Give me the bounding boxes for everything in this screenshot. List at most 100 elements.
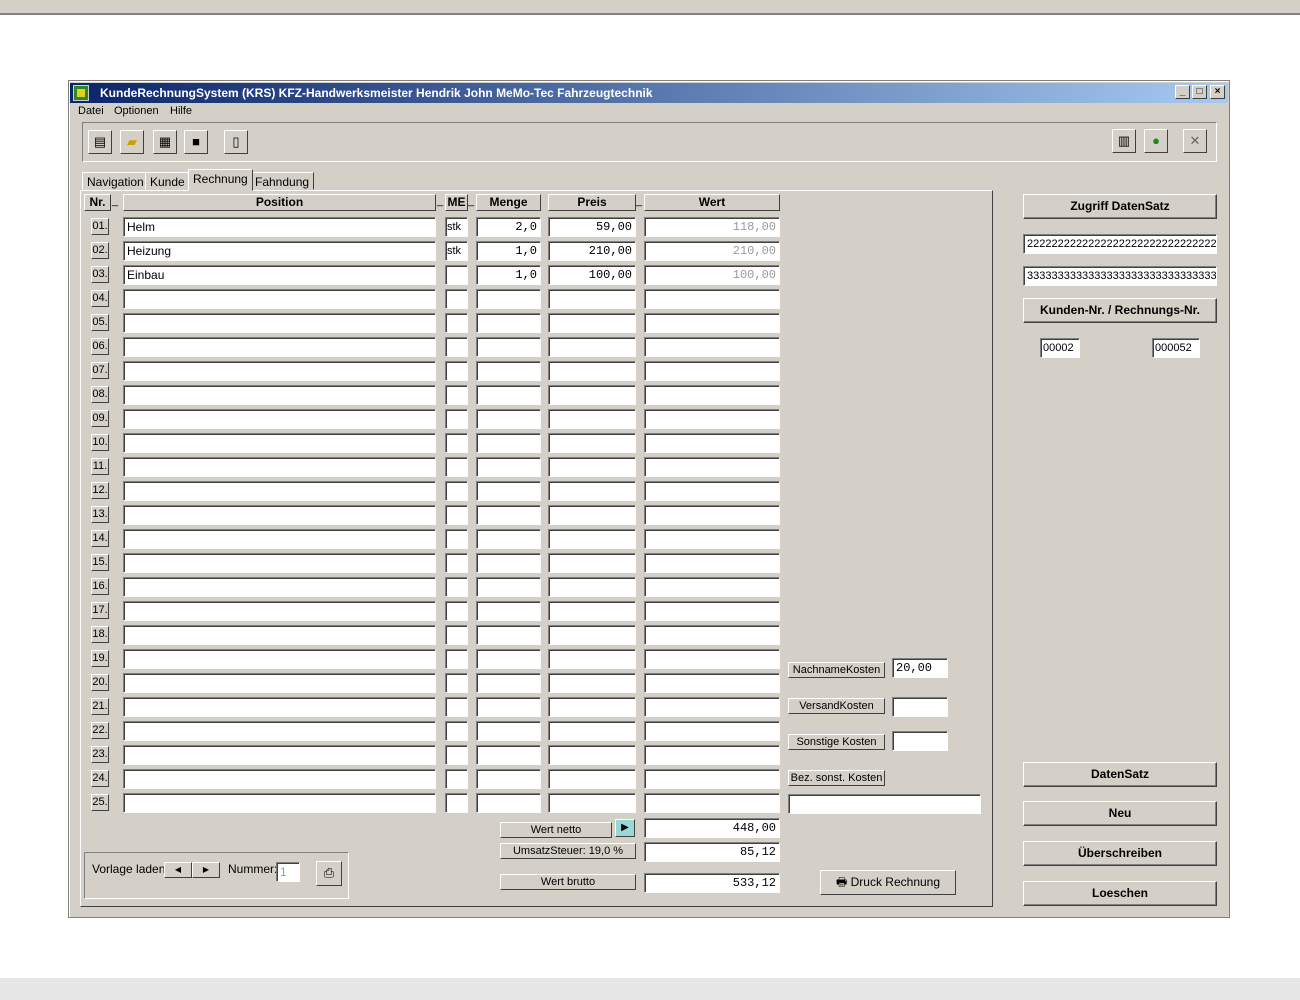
open-folder-icon[interactable]: ▰ bbox=[120, 130, 144, 154]
preis-field[interactable] bbox=[548, 673, 636, 693]
wert-field[interactable] bbox=[644, 745, 780, 765]
row-number-button[interactable]: 24. bbox=[91, 770, 109, 787]
menge-field[interactable]: 2,0 bbox=[476, 217, 541, 237]
preis-field[interactable] bbox=[548, 505, 636, 525]
me-field[interactable] bbox=[445, 577, 468, 597]
position-field[interactable] bbox=[123, 505, 436, 525]
menge-field[interactable] bbox=[476, 505, 541, 525]
wert-netto-button[interactable]: Wert netto bbox=[500, 822, 612, 838]
wert-field[interactable] bbox=[644, 625, 780, 645]
me-field[interactable] bbox=[445, 793, 468, 813]
menge-field[interactable] bbox=[476, 289, 541, 309]
maximize-icon[interactable]: □ bbox=[1192, 85, 1207, 99]
me-field[interactable] bbox=[445, 433, 468, 453]
menge-field[interactable]: 1,0 bbox=[476, 265, 541, 285]
menge-field[interactable] bbox=[476, 553, 541, 573]
sonstige-kosten-button[interactable]: Sonstige Kosten bbox=[788, 734, 885, 750]
preis-field[interactable] bbox=[548, 625, 636, 645]
menge-field[interactable] bbox=[476, 313, 541, 333]
wert-field[interactable] bbox=[644, 505, 780, 525]
wert-field[interactable] bbox=[644, 601, 780, 621]
row-number-button[interactable]: 23. bbox=[91, 746, 109, 763]
wert-field[interactable] bbox=[644, 577, 780, 597]
position-field[interactable] bbox=[123, 409, 436, 429]
wert-field[interactable] bbox=[644, 649, 780, 669]
menge-field[interactable] bbox=[476, 433, 541, 453]
menge-field[interactable] bbox=[476, 649, 541, 669]
wert-field[interactable] bbox=[644, 529, 780, 549]
preis-field[interactable] bbox=[548, 457, 636, 477]
row-number-button[interactable]: 10. bbox=[91, 434, 109, 451]
wert-field[interactable] bbox=[644, 769, 780, 789]
wert-field[interactable] bbox=[644, 361, 780, 381]
menge-field[interactable] bbox=[476, 529, 541, 549]
row-number-button[interactable]: 01. bbox=[91, 218, 109, 235]
rechnungs-nr-field[interactable]: 000052 bbox=[1152, 338, 1200, 358]
position-field[interactable] bbox=[123, 361, 436, 381]
menge-field[interactable] bbox=[476, 601, 541, 621]
position-field[interactable] bbox=[123, 529, 436, 549]
wert-field[interactable] bbox=[644, 481, 780, 501]
kunden-nr-field[interactable]: 00002 bbox=[1040, 338, 1080, 358]
wert-field[interactable] bbox=[644, 409, 780, 429]
menge-field[interactable] bbox=[476, 337, 541, 357]
position-field[interactable] bbox=[123, 457, 436, 477]
wert-field[interactable]: 210,00 bbox=[644, 241, 780, 261]
row-number-button[interactable]: 21. bbox=[91, 698, 109, 715]
position-field[interactable] bbox=[123, 313, 436, 333]
minimize-icon[interactable]: _ bbox=[1175, 85, 1190, 99]
person-icon[interactable]: ● bbox=[1144, 129, 1168, 153]
book-icon[interactable]: ▥ bbox=[1112, 129, 1136, 153]
row-number-button[interactable]: 04. bbox=[91, 290, 109, 307]
position-field[interactable] bbox=[123, 385, 436, 405]
row-number-button[interactable]: 11. bbox=[91, 458, 109, 475]
trash-icon[interactable]: ▯ bbox=[224, 130, 248, 154]
exit-icon[interactable]: ✕ bbox=[1183, 129, 1207, 153]
row-number-button[interactable]: 05. bbox=[91, 314, 109, 331]
loeschen-button[interactable]: Loeschen bbox=[1023, 881, 1217, 906]
me-field[interactable] bbox=[445, 529, 468, 549]
preis-field[interactable] bbox=[548, 529, 636, 549]
me-field[interactable] bbox=[445, 553, 468, 573]
position-field[interactable] bbox=[123, 577, 436, 597]
menge-field[interactable] bbox=[476, 697, 541, 717]
me-field[interactable] bbox=[445, 625, 468, 645]
vorlage-next-icon[interactable]: ▶ bbox=[192, 862, 220, 878]
load-template-icon[interactable]: ⎙ bbox=[316, 861, 342, 886]
zugriff-field-1[interactable]: 2222222222222222222222222222222 bbox=[1023, 234, 1217, 254]
position-field[interactable] bbox=[123, 793, 436, 813]
position-field[interactable] bbox=[123, 337, 436, 357]
title-bar[interactable]: KundeRechnungSystem (KRS) KFZ-Handwerksm… bbox=[70, 83, 1228, 103]
row-number-button[interactable]: 16. bbox=[91, 578, 109, 595]
preis-field[interactable] bbox=[548, 649, 636, 669]
preis-field[interactable] bbox=[548, 433, 636, 453]
me-field[interactable] bbox=[445, 721, 468, 741]
menge-field[interactable] bbox=[476, 409, 541, 429]
row-number-button[interactable]: 25. bbox=[91, 794, 109, 811]
me-field[interactable]: stk bbox=[445, 241, 468, 261]
me-field[interactable] bbox=[445, 769, 468, 789]
position-field[interactable] bbox=[123, 433, 436, 453]
row-number-button[interactable]: 13. bbox=[91, 506, 109, 523]
nachname-kosten-button[interactable]: NachnameKosten bbox=[788, 662, 885, 678]
position-field[interactable] bbox=[123, 769, 436, 789]
row-number-button[interactable]: 19. bbox=[91, 650, 109, 667]
menge-field[interactable] bbox=[476, 577, 541, 597]
vorlage-prev-icon[interactable]: ◀ bbox=[164, 862, 192, 878]
row-number-button[interactable]: 08. bbox=[91, 386, 109, 403]
me-field[interactable] bbox=[445, 409, 468, 429]
preis-field[interactable] bbox=[548, 745, 636, 765]
position-field[interactable] bbox=[123, 697, 436, 717]
me-field[interactable]: stk bbox=[445, 217, 468, 237]
menge-field[interactable] bbox=[476, 385, 541, 405]
preis-field[interactable] bbox=[548, 337, 636, 357]
preis-field[interactable] bbox=[548, 289, 636, 309]
menge-field[interactable] bbox=[476, 673, 541, 693]
wert-field[interactable] bbox=[644, 289, 780, 309]
me-field[interactable] bbox=[445, 673, 468, 693]
wert-field[interactable] bbox=[644, 313, 780, 333]
position-field[interactable] bbox=[123, 673, 436, 693]
nummer-field[interactable]: 1 bbox=[276, 862, 300, 882]
position-field[interactable] bbox=[123, 721, 436, 741]
preis-field[interactable] bbox=[548, 553, 636, 573]
